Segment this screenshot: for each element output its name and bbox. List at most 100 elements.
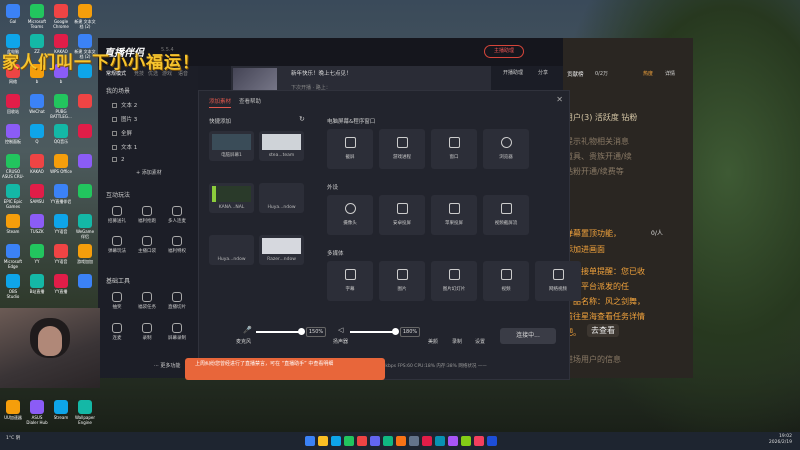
tab-add-material[interactable]: 添加素材 <box>209 97 232 108</box>
source-apple-cast[interactable]: 苹果投屏 <box>431 195 477 235</box>
record-button[interactable]: 录制 <box>452 338 462 345</box>
desktop-icon[interactable]: PUBG BATTLEG... <box>50 94 72 119</box>
desktop-icon[interactable]: KAKAO <box>26 154 48 179</box>
desktop-icon[interactable] <box>74 184 96 209</box>
desktop-icon[interactable]: B站直播 <box>26 274 48 299</box>
desktop-icon[interactable]: Microsoft Edge <box>2 244 24 269</box>
tool-lottery[interactable]: 抽奖 <box>106 292 128 310</box>
tool-clip[interactable]: 直播切片 <box>166 292 188 310</box>
desktop-icon[interactable]: Google Chrome <box>50 4 72 29</box>
go-view-button[interactable]: 去查看 <box>587 324 619 337</box>
taskbar-app-icon[interactable] <box>487 436 497 446</box>
desktop-icon[interactable]: SAMSU <box>26 184 48 209</box>
tool-multi-mic[interactable]: 多人连麦 <box>166 206 188 224</box>
quick-card[interactable]: KANA...NAL <box>209 183 254 213</box>
tool-pocket[interactable]: 主播口袋 <box>136 236 158 254</box>
clock[interactable]: 19:02 2026/2/19 <box>769 434 792 446</box>
quick-card[interactable]: Huya...ndow <box>209 235 254 265</box>
source-image[interactable]: 图片 <box>379 261 425 301</box>
source-video-capture[interactable]: 视频截屏流 <box>483 195 529 235</box>
taskbar-app-icon[interactable] <box>344 436 354 446</box>
quick-card[interactable]: 电脑屏幕1 <box>209 131 254 161</box>
speaker-percent[interactable]: 180% <box>400 327 420 337</box>
source-camera[interactable]: 摄像头 <box>327 195 373 235</box>
source-android-cast[interactable]: 安卓投屏 <box>379 195 425 235</box>
weather-widget[interactable]: 1°C 阴 <box>6 435 20 441</box>
tool-connect-mic[interactable]: 连麦 <box>106 323 128 341</box>
taskbar-app-icon[interactable] <box>435 436 445 446</box>
tool-screen-record[interactable]: 屏幕录制 <box>166 323 188 341</box>
close-icon[interactable]: ✕ <box>556 95 563 104</box>
scene-item[interactable]: 全屏 <box>112 129 132 137</box>
speaker-icon[interactable]: ◁ <box>338 326 343 334</box>
notice-toast[interactable]: 上周纠纷您曾经进行了直播禁言，可在 “直播助手” 中查看明细 <box>185 358 385 380</box>
desktop-icon[interactable]: UU加速器 <box>2 400 24 425</box>
desktop-icon[interactable]: EPIC Epic Games Launcher <box>2 184 24 209</box>
scene-item[interactable]: 图片 3 <box>112 115 137 123</box>
host-assistant-button[interactable]: 主播助理 <box>484 45 524 58</box>
beauty-button[interactable]: 美颜 <box>428 338 438 345</box>
quick-card[interactable]: Razer...ndow <box>259 235 304 265</box>
source-video[interactable]: 视频 <box>483 261 529 301</box>
desktop-icon[interactable] <box>74 94 96 119</box>
detail-link[interactable]: 详情 <box>665 70 675 77</box>
source-game-process[interactable]: 游戏进程 <box>379 129 425 169</box>
tool-privilege[interactable]: 福利特权 <box>166 236 188 254</box>
mic-volume-slider[interactable] <box>256 328 305 335</box>
taskbar-app-icon[interactable] <box>409 436 419 446</box>
taskbar-app-icon[interactable] <box>396 436 406 446</box>
settings-button[interactable]: 设置 <box>475 338 485 345</box>
desktop-icon[interactable]: YY直播伴侣 <box>50 184 72 209</box>
taskbar-app-icon[interactable] <box>370 436 380 446</box>
speaker-volume-slider[interactable] <box>350 328 399 335</box>
desktop-icon[interactable]: 游戏加加 <box>74 244 96 269</box>
desktop-icon[interactable]: Wallpaper Engine <box>74 400 96 425</box>
mic-percent[interactable]: 150% <box>306 327 326 337</box>
desktop-icon[interactable]: OBS Studio <box>2 274 24 299</box>
source-web-video[interactable]: 网络视频 <box>535 261 581 301</box>
tool-danmaku[interactable]: 弹幕玩法 <box>106 236 128 254</box>
host-assist-link[interactable]: 开播助理 <box>503 69 523 76</box>
taskbar-app-icon[interactable] <box>357 436 367 446</box>
connect-button[interactable]: 连接中... <box>500 328 556 344</box>
source-window[interactable]: 窗口 <box>431 129 477 169</box>
desktop-icon[interactable]: YY <box>26 244 48 269</box>
source-slideshow[interactable]: 图片幻灯片 <box>431 261 477 301</box>
desktop-icon[interactable]: YY语音 <box>50 244 72 269</box>
taskbar-app-icon[interactable] <box>305 436 315 446</box>
scene-item[interactable]: 文本 2 <box>112 101 137 109</box>
user-tabs[interactable]: 用户(3) 活跃度 钻粉 <box>565 112 637 123</box>
scene-item[interactable]: 2 <box>112 157 125 163</box>
desktop-icon[interactable]: 回收站 <box>2 94 24 119</box>
taskbar-app-icon[interactable] <box>474 436 484 446</box>
taskbar-app-icon[interactable] <box>318 436 328 446</box>
tab-help[interactable]: 查看帮助 <box>239 97 261 105</box>
desktop-icon[interactable]: WeGame伴侣 <box>74 214 96 239</box>
contribution-header[interactable]: 贡献榜 <box>567 70 584 78</box>
desktop-icon[interactable]: YY直播 <box>50 274 72 299</box>
more-features-button[interactable]: ··· 更多功能 <box>154 362 180 369</box>
source-screenshot[interactable]: 截屏 <box>327 129 373 169</box>
desktop-icon[interactable]: TUSZK <box>26 214 48 239</box>
refresh-icon[interactable]: ↻ <box>299 115 305 123</box>
desktop-icon[interactable]: Steam <box>2 214 24 239</box>
tool-lucky-bag[interactable]: 福袋任务 <box>136 292 158 310</box>
taskbar-app-icon[interactable] <box>422 436 432 446</box>
tool-record[interactable]: 录制 <box>136 323 158 341</box>
tool-recruit[interactable]: 招募送礼 <box>106 206 128 224</box>
taskbar-app-icon[interactable] <box>448 436 458 446</box>
desktop-icon[interactable]: 新建 文本文档 (2) <box>74 4 96 29</box>
desktop-icon[interactable]: CRUSO ASUS CRU-Z <box>2 154 24 179</box>
desktop-icon[interactable]: QQ音乐 <box>50 124 72 149</box>
scene-item[interactable]: 文本 1 <box>112 143 137 151</box>
taskbar-app-icon[interactable] <box>331 436 341 446</box>
desktop-icon[interactable] <box>74 124 96 149</box>
quick-card[interactable]: stea...team <box>259 131 304 161</box>
desktop-icon[interactable] <box>74 274 96 299</box>
microphone-icon[interactable]: 🎤 <box>243 326 252 334</box>
taskbar-app-icon[interactable] <box>461 436 471 446</box>
desktop-icon[interactable]: Microsoft Teams <box>26 4 48 29</box>
desktop-icon[interactable]: 控制面板 <box>2 124 24 149</box>
add-material-button[interactable]: + 添加素材 <box>136 169 162 176</box>
desktop-icon[interactable]: YY语音 <box>50 214 72 239</box>
